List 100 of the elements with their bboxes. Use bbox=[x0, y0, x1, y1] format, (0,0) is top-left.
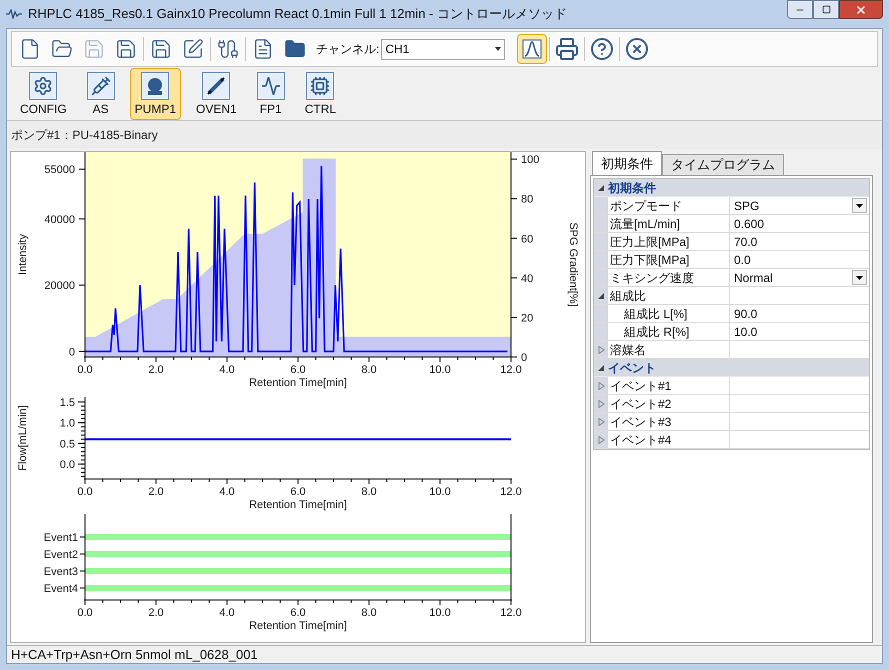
device-button[interactable]: OVEN1 bbox=[191, 68, 242, 120]
channel-label: チャンネル: bbox=[316, 41, 380, 58]
tick-label: 8.0 bbox=[361, 364, 377, 376]
caret-icon bbox=[495, 47, 502, 51]
tick-label: Event2 bbox=[44, 549, 78, 561]
tick-label: 0.0 bbox=[60, 459, 75, 472]
device-button[interactable]: CONFIG bbox=[15, 68, 72, 120]
dropdown-button[interactable] bbox=[852, 270, 867, 285]
tick-label: 0.0 bbox=[77, 607, 93, 619]
maximize-icon bbox=[822, 5, 830, 14]
tick-label: 8.0 bbox=[361, 607, 377, 619]
tick-label: 2.0 bbox=[148, 364, 164, 376]
maximize-button[interactable] bbox=[813, 0, 839, 19]
property-value[interactable]: 70.0 bbox=[730, 232, 758, 250]
tick-label: 60 bbox=[521, 233, 534, 246]
help-icon bbox=[590, 37, 614, 61]
close-icon bbox=[625, 37, 650, 61]
property-name: 溶媒名 bbox=[608, 341, 730, 358]
property-name: ミキシング速度 bbox=[608, 269, 730, 286]
tick-label: 6.0 bbox=[290, 486, 306, 498]
property-value[interactable]: 10.0 bbox=[730, 322, 758, 340]
property-name: 組成比 R[%] bbox=[608, 323, 730, 340]
save-icon bbox=[83, 38, 105, 60]
tick-label: 10.0 bbox=[429, 607, 451, 619]
tab[interactable]: 初期条件 bbox=[592, 151, 662, 175]
device-caption: ポンプ#1：PU-4185-Binary bbox=[11, 127, 158, 144]
pump-icon bbox=[141, 72, 170, 100]
tick-label: Event4 bbox=[44, 583, 78, 595]
tick-label: 40 bbox=[521, 272, 534, 285]
property-value[interactable]: 90.0 bbox=[730, 304, 758, 322]
property-value[interactable]: 0.0 bbox=[730, 250, 751, 268]
property-name: ポンプモード bbox=[608, 197, 730, 214]
caret-icon bbox=[856, 204, 863, 208]
syringe-icon bbox=[86, 72, 115, 100]
waveform-icon bbox=[6, 9, 22, 19]
tick-label: 80 bbox=[521, 194, 534, 206]
tick-label: 4.0 bbox=[219, 364, 235, 376]
property-name: 組成比 bbox=[608, 287, 730, 304]
tick-label: 0 bbox=[68, 346, 75, 358]
new-file-icon bbox=[19, 38, 41, 60]
category-label: 初期条件 bbox=[608, 180, 656, 196]
device-button[interactable]: FP1 bbox=[252, 68, 290, 120]
property-name: 組成比 L[%] bbox=[608, 305, 730, 322]
close-button[interactable] bbox=[839, 0, 883, 19]
tick-label: 0.0 bbox=[77, 364, 93, 376]
status-text: H+CA+Trp+Asn+Orn 5nmol mL_0628_001 bbox=[11, 646, 258, 664]
property-name: イベント#3 bbox=[608, 413, 730, 430]
property-name: イベント#4 bbox=[608, 431, 730, 448]
tick-label: 1.5 bbox=[60, 397, 75, 409]
tick-label: 8.0 bbox=[361, 486, 377, 498]
tick-label: 4.0 bbox=[219, 607, 235, 619]
waveform-icon bbox=[256, 72, 285, 100]
document-icon bbox=[252, 38, 274, 60]
tick-label: 6.0 bbox=[290, 607, 306, 619]
tick-label: 2.0 bbox=[148, 607, 164, 619]
tick-label: Event1 bbox=[44, 532, 78, 544]
expanded-triangle-icon[interactable] bbox=[598, 184, 604, 192]
tick-label: Event3 bbox=[44, 566, 78, 578]
axis-title: Intensity bbox=[17, 234, 29, 275]
tick-label: 100 bbox=[521, 154, 540, 166]
device-button[interactable]: PUMP1 bbox=[130, 68, 182, 120]
tick-label: 2.0 bbox=[148, 486, 164, 498]
save-icon bbox=[115, 38, 137, 60]
tick-label: 0 bbox=[521, 352, 528, 364]
axis-title: Retention Time[min] bbox=[249, 620, 347, 632]
tick-label: 4.0 bbox=[219, 486, 235, 498]
tick-label: 12.0 bbox=[500, 607, 522, 619]
channel-select[interactable]: CH1 bbox=[381, 38, 506, 60]
tick-label: 55000 bbox=[44, 164, 75, 176]
property-name: イベント#2 bbox=[608, 395, 730, 412]
tick-label: 0.0 bbox=[77, 486, 93, 498]
tick-label: 10.0 bbox=[429, 364, 451, 376]
column-icon bbox=[202, 72, 230, 100]
category-label: イベント bbox=[608, 360, 656, 376]
peak-icon bbox=[522, 39, 542, 59]
close-icon bbox=[855, 4, 867, 16]
tick-label: 40000 bbox=[44, 214, 75, 226]
property-value[interactable]: SPG bbox=[730, 196, 760, 214]
property-name: 圧力下限[MPa] bbox=[608, 251, 730, 268]
expanded-triangle-icon[interactable] bbox=[598, 292, 604, 300]
expanded-triangle-icon[interactable] bbox=[598, 364, 604, 372]
property-value[interactable]: 0.600 bbox=[730, 214, 764, 232]
tick-label: 1.0 bbox=[60, 418, 75, 430]
open-folder-icon bbox=[51, 38, 73, 60]
chip-icon bbox=[306, 72, 334, 100]
tab[interactable]: タイムプログラム bbox=[662, 154, 784, 175]
axis-title: Retention Time[min] bbox=[249, 499, 347, 511]
device-button[interactable]: AS bbox=[82, 68, 120, 120]
tick-label: 20 bbox=[521, 312, 534, 324]
device-button[interactable]: CTRL bbox=[300, 68, 342, 120]
dropdown-button[interactable] bbox=[852, 198, 867, 213]
property-name: 流量[mL/min] bbox=[608, 215, 730, 232]
tick-label: 6.0 bbox=[290, 364, 306, 376]
pen-square-icon bbox=[182, 38, 204, 60]
axis-title: SPG Gradient[%] bbox=[567, 222, 579, 307]
toolbar-button[interactable] bbox=[517, 34, 548, 64]
folder-icon bbox=[284, 38, 306, 60]
printer-icon bbox=[555, 37, 580, 61]
property-value[interactable]: Normal bbox=[730, 268, 773, 286]
property-name: イベント#1 bbox=[608, 377, 730, 394]
